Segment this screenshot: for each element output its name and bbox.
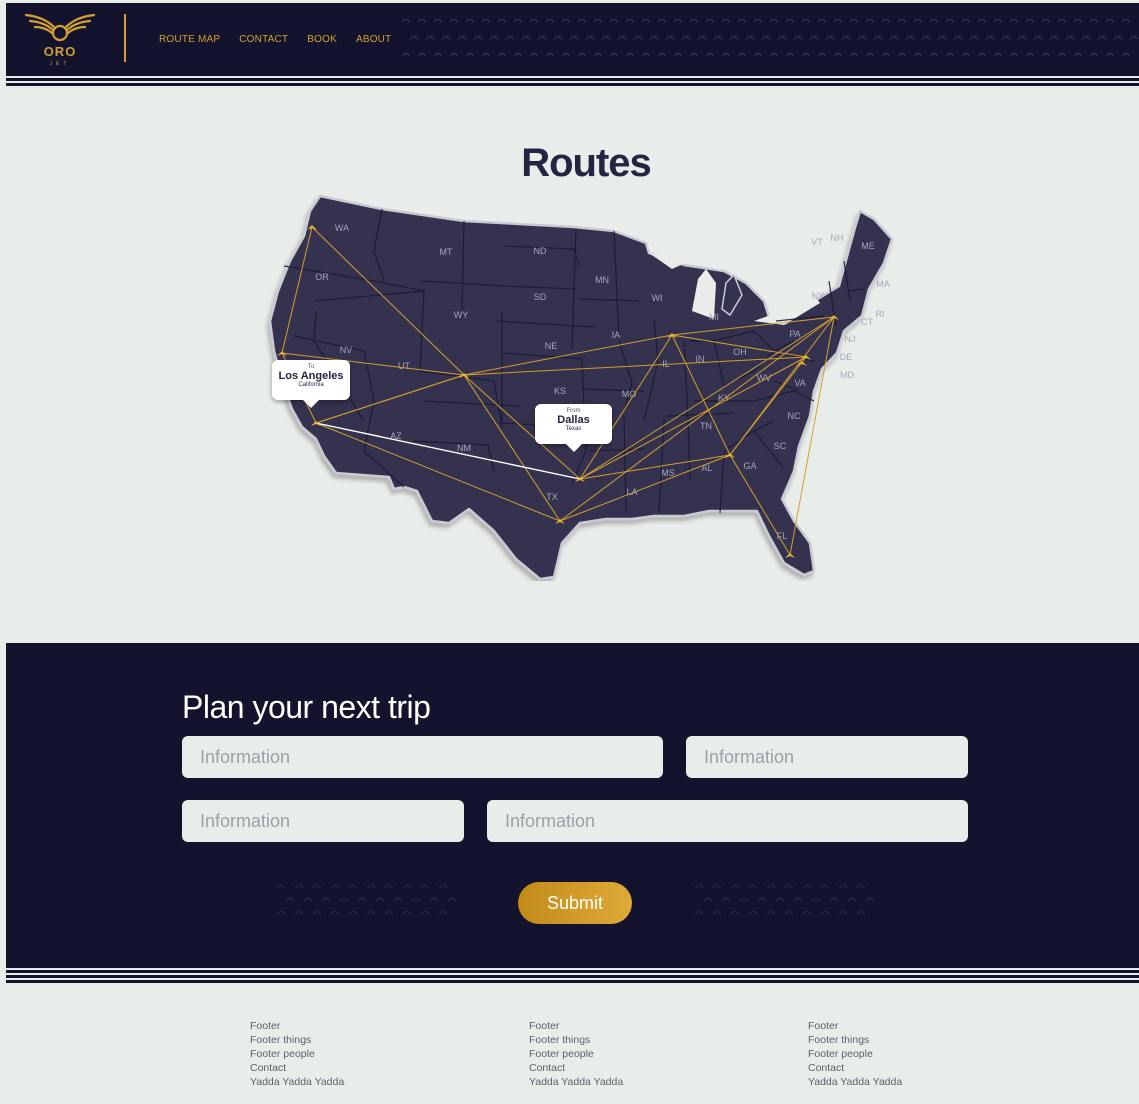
- state-label: KS: [554, 386, 566, 396]
- state-label: NM: [457, 443, 471, 453]
- state-label: SD: [534, 292, 547, 302]
- us-route-map[interactable]: WA OR MT ND MN SD WY WI MI NE IA NV UT I…: [254, 191, 894, 581]
- nav-about[interactable]: ABOUT: [356, 34, 391, 45]
- state-label: WV: [757, 373, 772, 383]
- routes-title: Routes: [521, 141, 652, 185]
- footer-stripes: [6, 968, 1139, 983]
- state-label: NV: [340, 345, 353, 355]
- footer-column-3: Footer Footer things Footer people Conta…: [808, 1019, 902, 1089]
- page: ORO JET ROUTE MAP CONTACT BOOK ABOUT Rou…: [6, 3, 1139, 1104]
- state-label: NE: [545, 341, 558, 351]
- nav-contact[interactable]: CONTACT: [239, 34, 288, 45]
- footer-link[interactable]: Footer people: [808, 1047, 902, 1061]
- footer-column-1: Footer Footer things Footer people Conta…: [250, 1019, 344, 1089]
- state-label: AL: [701, 463, 712, 473]
- state-label: RI: [876, 309, 885, 319]
- footer-link[interactable]: Contact: [529, 1061, 623, 1075]
- state-label: WA: [335, 223, 349, 233]
- state-label: PA: [789, 329, 800, 339]
- footer-link[interactable]: Footer things: [529, 1033, 623, 1047]
- state-label: WI: [652, 293, 663, 303]
- state-label: GA: [743, 461, 756, 471]
- state-label: OR: [315, 272, 329, 282]
- submit-button[interactable]: Submit: [518, 882, 632, 924]
- tooltip-state: California: [298, 382, 324, 388]
- footer-link[interactable]: Footer people: [529, 1047, 623, 1061]
- footer-link[interactable]: Contact: [808, 1061, 902, 1075]
- state-label: MT: [440, 247, 453, 257]
- chevron-pattern-right: [694, 884, 875, 915]
- header-divider: [124, 14, 126, 62]
- state-label: NH: [831, 233, 844, 243]
- nav-book[interactable]: BOOK: [307, 34, 337, 45]
- origin-tooltip[interactable]: From Dallas Texas: [535, 404, 612, 452]
- state-label: OH: [733, 347, 747, 357]
- state-label: MD: [840, 370, 854, 380]
- footer-column-2: Footer Footer things Footer people Conta…: [529, 1019, 623, 1089]
- trip-field-3[interactable]: [182, 800, 464, 842]
- state-label: MS: [661, 468, 675, 478]
- footer-link[interactable]: Footer: [529, 1019, 623, 1033]
- chevron-pattern-left: [276, 884, 457, 915]
- destination-tooltip[interactable]: To Los Angeles California: [272, 360, 350, 408]
- state-label: NC: [788, 411, 801, 421]
- plan-trip-section: Plan your next trip Submit: [6, 643, 1139, 968]
- wings-icon: [24, 13, 96, 42]
- state-label: DE: [840, 352, 853, 362]
- state-label: MI: [709, 312, 719, 322]
- footer-link[interactable]: Footer: [808, 1019, 902, 1033]
- tooltip-city: Dallas: [557, 414, 590, 426]
- state-label: SC: [774, 441, 787, 451]
- state-label: NJ: [845, 334, 856, 344]
- state-label: TN: [700, 421, 712, 431]
- footer-link[interactable]: Footer people: [250, 1047, 344, 1061]
- chevron-pattern: [401, 18, 1138, 57]
- state-label: VT: [811, 237, 823, 247]
- tooltip-city: Los Angeles: [278, 370, 344, 382]
- header-stripes: [6, 73, 1139, 86]
- state-label: IA: [612, 330, 621, 340]
- logo-wordmark: ORO: [43, 44, 77, 59]
- state-label: NY: [812, 291, 825, 301]
- footer-link[interactable]: Yadda Yadda Yadda: [250, 1075, 344, 1089]
- state-label: ME: [861, 241, 875, 251]
- site-header: ORO JET ROUTE MAP CONTACT BOOK ABOUT: [6, 3, 1139, 73]
- logo-subtitle: JET: [49, 61, 71, 67]
- tooltip-state: Texas: [565, 426, 582, 432]
- footer-link[interactable]: Yadda Yadda Yadda: [808, 1075, 902, 1089]
- footer-link[interactable]: Contact: [250, 1061, 344, 1075]
- state-label: MN: [595, 275, 609, 285]
- trip-field-4[interactable]: [487, 800, 968, 842]
- nav-route-map[interactable]: ROUTE MAP: [159, 34, 220, 45]
- trip-field-1[interactable]: [182, 736, 663, 778]
- state-label: VA: [794, 378, 805, 388]
- state-label: WY: [454, 310, 469, 320]
- state-label: CT: [861, 317, 873, 327]
- state-label: MA: [876, 279, 890, 289]
- footer-link[interactable]: Footer things: [250, 1033, 344, 1047]
- oro-jet-logo[interactable]: ORO JET: [22, 11, 98, 69]
- footer-link[interactable]: Yadda Yadda Yadda: [529, 1075, 623, 1089]
- footer-link[interactable]: Footer: [250, 1019, 344, 1033]
- state-label: UT: [398, 361, 410, 371]
- main-nav: ROUTE MAP CONTACT BOOK ABOUT: [159, 34, 391, 45]
- trip-field-2[interactable]: [686, 736, 968, 778]
- state-label: TX: [546, 492, 558, 502]
- plan-trip-title: Plan your next trip: [182, 689, 431, 725]
- state-label: ND: [534, 246, 547, 256]
- footer-link[interactable]: Footer things: [808, 1033, 902, 1047]
